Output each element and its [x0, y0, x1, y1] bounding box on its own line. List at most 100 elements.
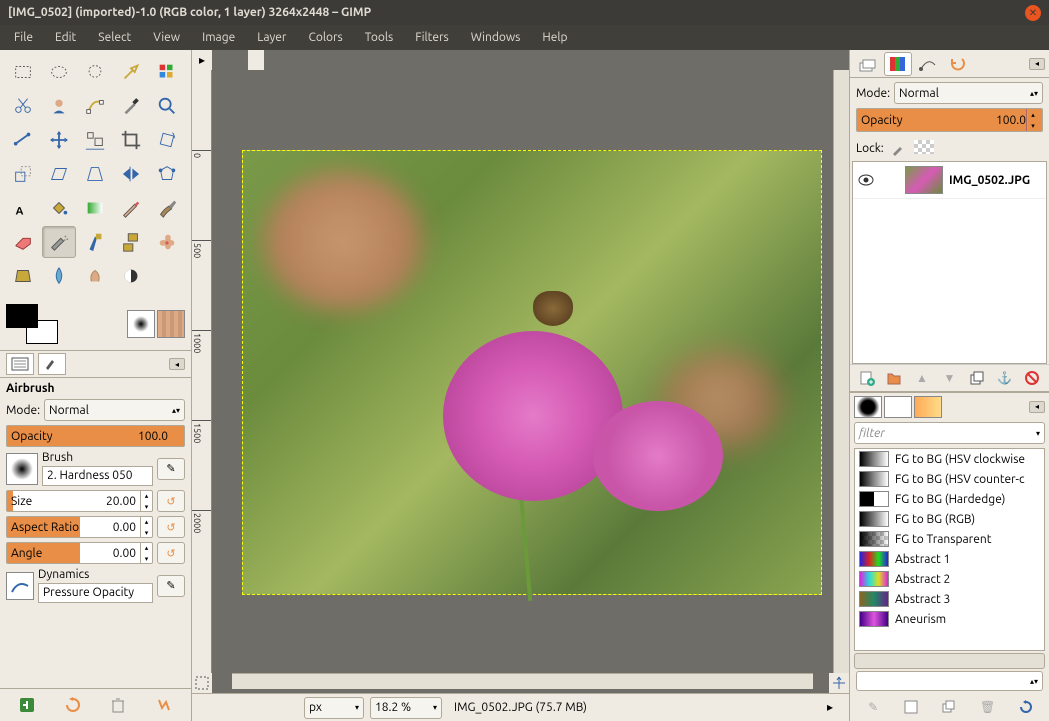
- menu-layer[interactable]: Layer: [247, 27, 296, 48]
- restore-preset-icon[interactable]: [61, 693, 85, 717]
- menu-file[interactable]: File: [4, 27, 43, 48]
- refresh-gradient-icon[interactable]: [1016, 697, 1036, 717]
- gradient-filter[interactable]: filter▾: [854, 422, 1045, 444]
- ellipse-select-tool[interactable]: [42, 56, 76, 88]
- gradient-item[interactable]: FG to BG (HSV counter-c: [855, 469, 1044, 489]
- angle-slider[interactable]: Angle 0.00 ▴▾: [6, 542, 153, 564]
- navigation-icon[interactable]: [829, 673, 849, 693]
- aspect-slider[interactable]: Aspect Ratio 0.00 ▴▾: [6, 516, 153, 538]
- menu-colors[interactable]: Colors: [298, 27, 352, 48]
- layer-name[interactable]: IMG_0502.JPG: [949, 174, 1030, 187]
- configure-tab-icon[interactable]: ◂: [169, 358, 185, 370]
- close-icon[interactable]: ✕: [1025, 5, 1041, 21]
- layers-mode-combo[interactable]: Normal▴▾: [894, 82, 1043, 104]
- new-gradient-icon[interactable]: [901, 697, 921, 717]
- eraser-tool[interactable]: [6, 226, 40, 258]
- perspective-tool[interactable]: [78, 158, 112, 190]
- menu-image[interactable]: Image: [192, 27, 245, 48]
- tool-options-icon[interactable]: [6, 353, 34, 375]
- delete-preset-icon[interactable]: [106, 693, 130, 717]
- active-brush-indicator[interactable]: [127, 310, 155, 338]
- gradient-item[interactable]: Abstract 2: [855, 569, 1044, 589]
- configure-tab-icon[interactable]: ◂: [1029, 58, 1045, 70]
- color-picker-tool[interactable]: [114, 90, 148, 122]
- size-slider[interactable]: Size 20.00 ▴▾: [6, 490, 153, 512]
- gradient-item[interactable]: Abstract 3: [855, 589, 1044, 609]
- brushes-tab-icon[interactable]: [854, 396, 882, 418]
- mode-combo[interactable]: Normal▴▾: [44, 399, 185, 421]
- ruler-vertical[interactable]: 0 500 1000 1500 2000: [192, 70, 212, 673]
- brush-name-field[interactable]: 2. Hardness 050: [42, 466, 153, 486]
- paintbrush-tool[interactable]: [150, 192, 184, 224]
- gradients-scrollbar[interactable]: [854, 653, 1045, 669]
- brush-edit-icon[interactable]: ✎: [157, 458, 185, 480]
- cancel-icon[interactable]: ▸: [827, 700, 843, 716]
- undo-tab-icon[interactable]: [944, 52, 972, 76]
- raise-layer-icon[interactable]: ▲: [912, 368, 932, 388]
- cage-tool[interactable]: [150, 158, 184, 190]
- bucket-fill-tool[interactable]: [42, 192, 76, 224]
- scrollbar-vertical[interactable]: [833, 70, 849, 673]
- blend-tool[interactable]: [78, 192, 112, 224]
- canvas-image[interactable]: [242, 150, 822, 595]
- blur-tool[interactable]: [42, 260, 76, 292]
- gradient-item[interactable]: FG to BG (HSV clockwise: [855, 449, 1044, 469]
- gradient-item[interactable]: FG to BG (Hardedge): [855, 489, 1044, 509]
- text-tool[interactable]: A: [6, 192, 40, 224]
- canvas-viewport[interactable]: [212, 70, 833, 673]
- by-color-select-tool[interactable]: [150, 56, 184, 88]
- pencil-tool[interactable]: [114, 192, 148, 224]
- layer-thumbnail[interactable]: [905, 166, 943, 194]
- menu-windows[interactable]: Windows: [461, 27, 531, 48]
- scale-tool[interactable]: [6, 158, 40, 190]
- gradient-item[interactable]: FG to Transparent: [855, 529, 1044, 549]
- duplicate-gradient-icon[interactable]: [939, 697, 959, 717]
- lock-pixels-icon[interactable]: [890, 141, 908, 157]
- quickmask-icon[interactable]: [192, 673, 212, 693]
- reset-preset-icon[interactable]: [152, 693, 176, 717]
- heal-tool[interactable]: [150, 226, 184, 258]
- dynamics-field[interactable]: Pressure Opacity: [38, 583, 153, 603]
- fg-color-swatch[interactable]: [6, 304, 38, 328]
- brush-thumbnail[interactable]: [6, 453, 38, 485]
- ruler-origin-icon[interactable]: ▸: [192, 50, 212, 70]
- fuzzy-select-tool[interactable]: [114, 56, 148, 88]
- perspective-clone-tool[interactable]: [6, 260, 40, 292]
- measure-tool[interactable]: [6, 124, 40, 156]
- dodge-tool[interactable]: [114, 260, 148, 292]
- move-tool[interactable]: [42, 124, 76, 156]
- visibility-icon[interactable]: [857, 171, 875, 189]
- smudge-tool[interactable]: [78, 260, 112, 292]
- rect-select-tool[interactable]: [6, 56, 40, 88]
- menu-tools[interactable]: Tools: [355, 27, 404, 48]
- unit-combo[interactable]: px▾: [304, 697, 364, 719]
- delete-gradient-icon[interactable]: 🗑: [978, 697, 998, 717]
- channels-tab-icon[interactable]: [884, 52, 912, 76]
- menu-help[interactable]: Help: [532, 27, 577, 48]
- patterns-tab-icon[interactable]: [884, 396, 912, 418]
- clone-tool[interactable]: [114, 226, 148, 258]
- layer-row[interactable]: IMG_0502.JPG: [853, 162, 1046, 199]
- angle-reset-icon[interactable]: ↺: [157, 542, 185, 564]
- zoom-combo[interactable]: 18.2 %▾: [370, 697, 442, 719]
- scrollbar-horizontal[interactable]: [232, 673, 813, 689]
- menu-filters[interactable]: Filters: [405, 27, 458, 48]
- anchor-layer-icon[interactable]: ⚓: [995, 368, 1015, 388]
- gradient-spacing[interactable]: ▴▾: [856, 671, 1043, 691]
- shear-tool[interactable]: [42, 158, 76, 190]
- scissors-tool[interactable]: [6, 90, 40, 122]
- lower-layer-icon[interactable]: ▼: [939, 368, 959, 388]
- layers-opacity-slider[interactable]: Opacity 100.0 ▴▾: [856, 108, 1043, 132]
- foreground-select-tool[interactable]: [42, 90, 76, 122]
- active-pattern-indicator[interactable]: [157, 310, 185, 338]
- opacity-slider[interactable]: Opacity 100.0 ▴▾: [6, 425, 185, 447]
- ink-tool[interactable]: [78, 226, 112, 258]
- paths-tool[interactable]: [78, 90, 112, 122]
- delete-layer-icon[interactable]: [1022, 368, 1042, 388]
- rotate-tool[interactable]: [150, 124, 184, 156]
- flip-tool[interactable]: [114, 158, 148, 190]
- paths-tab-icon[interactable]: [914, 52, 942, 76]
- duplicate-layer-icon[interactable]: [967, 368, 987, 388]
- crop-tool[interactable]: [114, 124, 148, 156]
- menu-view[interactable]: View: [143, 27, 190, 48]
